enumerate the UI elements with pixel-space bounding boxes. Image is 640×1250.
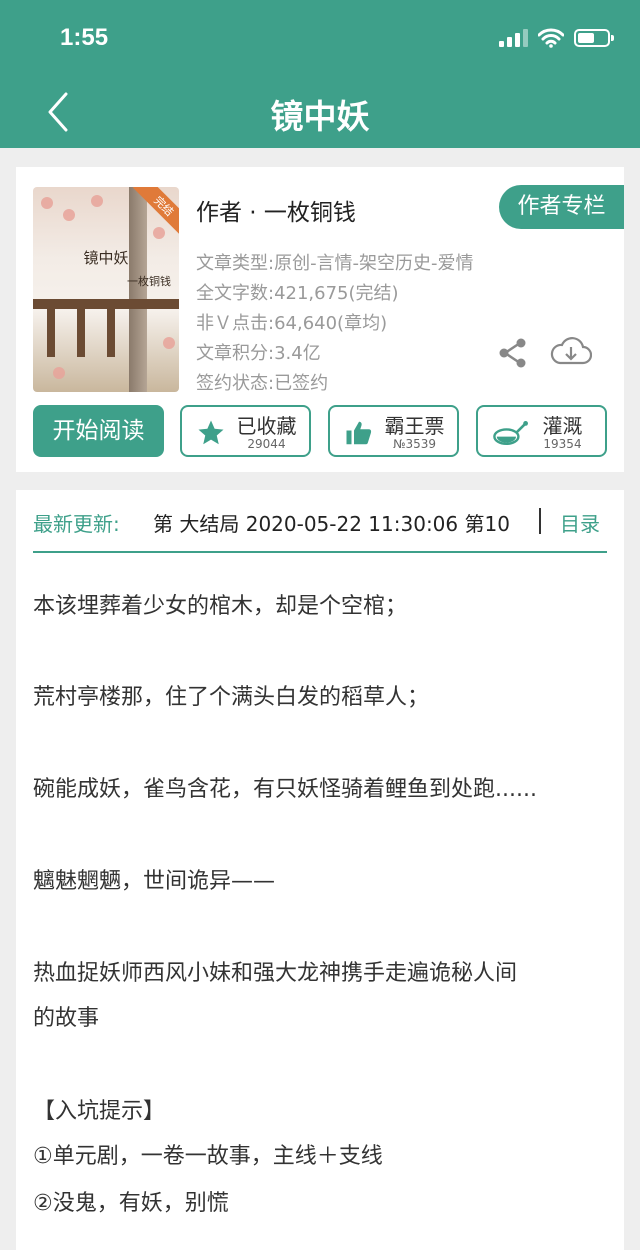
- description-line: ②没鬼，有妖，别慌: [33, 1191, 229, 1216]
- meta-word-count: 全文字数:421,675(完结): [196, 283, 399, 304]
- start-reading-button[interactable]: 开始阅读: [33, 405, 164, 457]
- description-line: 碗能成妖，雀鸟含花，有只妖怪骑着鲤鱼到处跑......: [33, 777, 537, 802]
- ticket-label: 霸王票: [384, 414, 445, 438]
- author-column-button[interactable]: 作者专栏: [499, 185, 624, 229]
- latest-update-text[interactable]: 第 大结局 2020-05-22 11:30:06 第10: [153, 508, 525, 537]
- description-line: 魑魅魍魉，世间诡异——: [33, 869, 276, 894]
- wifi-icon: [538, 28, 564, 48]
- cover-blossom: [53, 367, 65, 379]
- book-description-card: 最新更新: 第 大结局 2020-05-22 11:30:06 第10 目录 本…: [16, 490, 624, 1250]
- meta-contract: 签约状态:已签约: [196, 373, 329, 394]
- cover-tree-trunk: [129, 187, 147, 392]
- description-line: ①单元剧，一卷一故事，主线＋支线: [33, 1144, 383, 1169]
- cover-author: 一枚铜钱: [127, 275, 171, 288]
- water-label: 灌溉: [542, 414, 583, 438]
- cover-rail: [47, 309, 55, 357]
- water-count: 19354: [543, 437, 582, 451]
- cover-blossom: [63, 209, 75, 221]
- table-of-contents-button[interactable]: 目录: [560, 508, 600, 537]
- ticket-count: №3539: [392, 437, 437, 451]
- water-button[interactable]: 灌溉 19354: [476, 405, 607, 457]
- status-icons: [499, 28, 614, 48]
- cover-rail: [107, 309, 115, 357]
- description-line: 荒村亭楼那，住了个满头白发的稻草人；: [33, 685, 430, 710]
- status-time: 1:55: [60, 24, 109, 51]
- battery-icon: [574, 29, 614, 47]
- download-icon[interactable]: [550, 335, 593, 369]
- collect-count: 29044: [247, 437, 286, 451]
- book-cover[interactable]: 镜中妖 一枚铜钱 完结: [33, 187, 179, 392]
- cover-blossom: [91, 195, 103, 207]
- latest-update-label: 最新更新:: [33, 512, 120, 536]
- book-info-card: 镜中妖 一枚铜钱 完结 作者 · 一枚铜钱 作者专栏 文章类型:原创-言情-架空…: [16, 167, 624, 472]
- cover-blossom: [41, 197, 53, 209]
- cover-railing: [33, 299, 179, 309]
- divider: [539, 508, 541, 534]
- cover-rail: [77, 309, 85, 357]
- share-icon[interactable]: [498, 337, 528, 369]
- cover-title: 镜中妖: [83, 249, 129, 267]
- author-line[interactable]: 作者 · 一枚铜钱: [196, 193, 356, 227]
- collect-button[interactable]: 已收藏 29044: [180, 405, 311, 457]
- description-line: 的故事: [33, 1006, 100, 1031]
- thumbs-up-icon: [346, 421, 372, 445]
- description-line: 本该埋葬着少女的棺木，却是个空棺；: [33, 594, 408, 619]
- latest-update-row[interactable]: 最新更新: 第 大结局 2020-05-22 11:30:06 第10 目录: [33, 508, 607, 538]
- meta-genre: 文章类型:原创-言情-架空历史-爱情: [196, 253, 474, 274]
- cover-blossom: [163, 337, 175, 349]
- star-icon: [198, 420, 224, 445]
- signal-icon: [499, 29, 528, 47]
- watering-can-icon: [493, 421, 528, 445]
- divider-line: [33, 551, 607, 553]
- cover-blossom: [153, 227, 165, 239]
- collect-label: 已收藏: [236, 414, 297, 438]
- meta-clicks: 非Ｖ点击:64,640(章均): [196, 313, 388, 334]
- app-header: 1:55 镜中妖: [0, 0, 640, 148]
- description-line: 热血捉妖师西风小妹和强大龙神携手走遍诡秘人间: [33, 961, 518, 986]
- meta-score: 文章积分:3.4亿: [196, 343, 321, 364]
- page-title: 镜中妖: [270, 97, 370, 136]
- description-line: 【入坑提示】: [33, 1099, 166, 1124]
- ticket-button[interactable]: 霸王票 №3539: [328, 405, 459, 457]
